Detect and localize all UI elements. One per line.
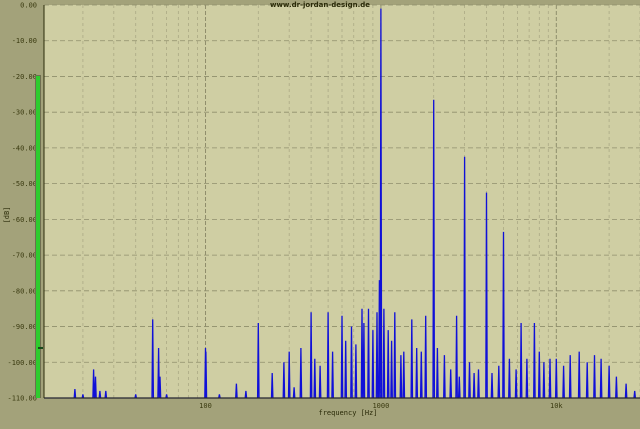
y-axis-tick-labels: 0.00 -10.00 -20.00 -30.00 -40.00 -50.00 -60.00… xyxy=(7,2,37,403)
y-tick-label: 0.00 xyxy=(20,2,37,10)
x-tick-label: 10k xyxy=(550,402,563,410)
spectrum-chart: 0.00 -10.00 -20.00 -30.00 -40.00 -50.00 -60.00… xyxy=(3,1,640,417)
y-tick-label: -100.00 xyxy=(7,359,37,367)
y-tick-label: -90.00 xyxy=(12,323,37,331)
y-tick-label: -50.00 xyxy=(12,180,37,188)
y-axis-label: [dB] xyxy=(3,207,11,224)
y-tick-label: -20.00 xyxy=(12,73,37,81)
level-meter-peak-marker xyxy=(38,346,43,349)
y-tick-label: -60.00 xyxy=(12,216,37,224)
level-meter-fill xyxy=(36,76,40,398)
x-tick-label: 100 xyxy=(199,402,212,410)
y-tick-label: -70.00 xyxy=(12,252,37,260)
y-tick-label: -40.00 xyxy=(12,144,37,152)
y-tick-label: -30.00 xyxy=(12,109,37,117)
y-tick-label: -80.00 xyxy=(12,287,37,295)
x-axis-tick-labels: 100 1000 10k xyxy=(199,402,563,410)
y-tick-label: -10.00 xyxy=(12,37,37,45)
y-tick-label: -110.00 xyxy=(7,395,37,403)
header-url: www.dr-jordan-design.de xyxy=(270,1,370,9)
spectrum-analyzer-window: 0.00 -10.00 -20.00 -30.00 -40.00 -50.00 -60.00… xyxy=(0,0,640,429)
level-meter xyxy=(35,75,43,398)
x-axis-label: frequency [Hz] xyxy=(318,409,377,417)
